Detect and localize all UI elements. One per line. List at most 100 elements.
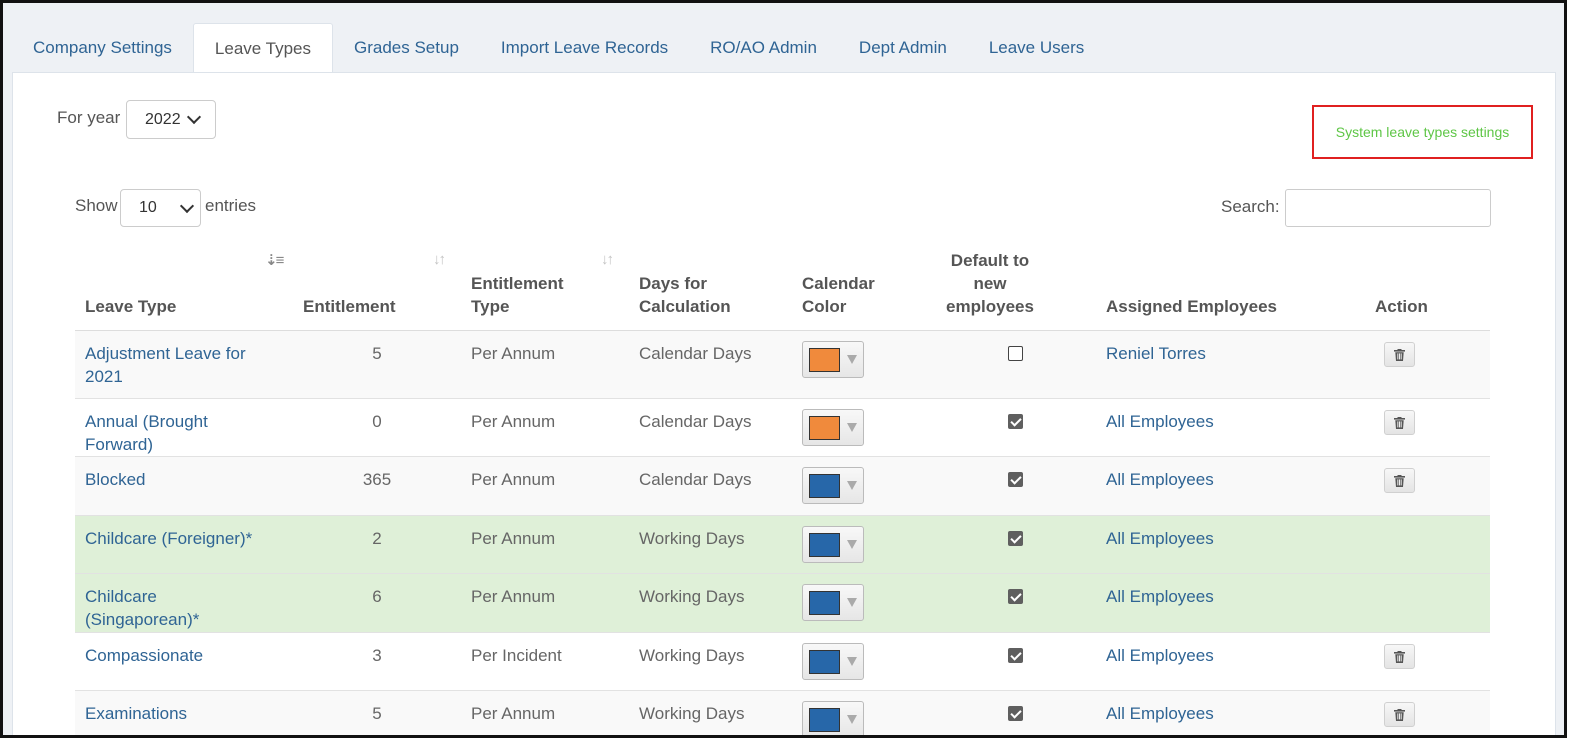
header-days-for-calculation[interactable]: Days for Calculation <box>639 272 749 318</box>
tab-company-settings[interactable]: Company Settings <box>12 23 193 73</box>
system-leave-types-settings-link[interactable]: System leave types settings <box>1312 105 1533 159</box>
header-entitlement[interactable]: Entitlement <box>303 295 396 318</box>
assigned-employees-link[interactable]: All Employees <box>1106 702 1214 725</box>
color-swatch <box>809 708 840 732</box>
assigned-employees-link[interactable]: Reniel Torres <box>1106 342 1206 365</box>
days-for-calculation-value: Calendar Days <box>639 412 752 431</box>
header-leave-type[interactable]: Leave Type <box>85 295 176 318</box>
delete-button[interactable] <box>1384 468 1415 493</box>
table-row: Childcare (Singaporean)* 6 Per Annum Workin… <box>75 574 1490 633</box>
header-default-new-label: Default to new employees <box>946 251 1034 316</box>
entries-label: entries <box>205 196 257 215</box>
table-header: Leave Type ⇣≡ Entitlement ↓↑ Entitlement… <box>75 243 1490 331</box>
leave-type-link[interactable]: Examinations <box>85 702 275 725</box>
assigned-employees-link[interactable]: All Employees <box>1106 644 1214 667</box>
leave-types-panel: For year 2022 System leave types setting… <box>12 72 1556 735</box>
default-new-checkbox[interactable] <box>1008 589 1023 604</box>
default-new-checkbox[interactable] <box>1008 648 1023 663</box>
default-new-checkbox[interactable] <box>1008 414 1023 429</box>
entitlement-value: 6 <box>372 587 382 606</box>
show-label: Show <box>75 196 118 215</box>
caret-down-icon <box>847 481 857 490</box>
entries-length-select[interactable]: 10 <box>120 189 201 227</box>
assigned-employees-link[interactable]: All Employees <box>1106 410 1214 433</box>
tab-leave-types[interactable]: Leave Types <box>192 23 333 73</box>
entitlement-value: 5 <box>372 704 382 723</box>
calendar-color-picker[interactable] <box>802 467 864 504</box>
table-row: Compassionate 3 Per Incident Working Days Al… <box>75 633 1490 691</box>
delete-button[interactable] <box>1384 702 1415 727</box>
header-calendar-color: Calendar Color <box>802 272 892 318</box>
calendar-color-picker[interactable] <box>802 341 864 378</box>
sort-both-icon[interactable]: ↓↑ <box>601 251 614 268</box>
default-new-checkbox[interactable] <box>1008 346 1023 361</box>
color-swatch <box>809 533 840 557</box>
delete-button[interactable] <box>1384 410 1415 435</box>
caret-down-icon <box>847 715 857 724</box>
days-for-calculation-value: Calendar Days <box>639 344 752 363</box>
entitlement-value: 5 <box>372 344 382 363</box>
year-label: For year <box>57 108 121 127</box>
tab-grades-setup[interactable]: Grades Setup <box>333 23 480 73</box>
default-new-checkbox[interactable] <box>1008 531 1023 546</box>
default-new-checkbox[interactable] <box>1008 706 1023 721</box>
days-for-calculation-value: Calendar Days <box>639 470 752 489</box>
days-for-calculation-value: Working Days <box>639 704 745 723</box>
assigned-employees-link[interactable]: All Employees <box>1106 468 1214 491</box>
default-new-checkbox[interactable] <box>1008 472 1023 487</box>
search-label: Search: <box>1221 197 1280 216</box>
header-entitlement-type[interactable]: Entitlement Type <box>471 272 581 318</box>
color-swatch <box>809 416 840 440</box>
calendar-color-picker[interactable] <box>802 526 864 563</box>
year-select-value: 2022 <box>145 110 181 128</box>
entitlement-type-value: Per Annum <box>471 412 556 431</box>
leave-type-link[interactable]: Childcare (Foreigner)* <box>85 527 275 550</box>
color-swatch <box>809 591 840 615</box>
caret-down-icon <box>847 423 857 432</box>
leave-type-link[interactable]: Compassionate <box>85 644 275 667</box>
calendar-color-picker[interactable] <box>802 701 864 735</box>
color-swatch <box>809 474 840 498</box>
table-row: Blocked 365 Per Annum Calendar Days All Empl… <box>75 457 1490 516</box>
delete-button[interactable] <box>1384 644 1415 669</box>
entitlement-value: 365 <box>362 470 392 489</box>
sort-amount-asc-icon[interactable]: ⇣≡ <box>265 251 284 269</box>
leave-type-link[interactable]: Annual (Brought Forward) <box>85 410 275 456</box>
sort-both-icon[interactable]: ↓↑ <box>433 251 446 268</box>
entitlement-value: 3 <box>372 646 382 665</box>
trash-icon <box>1394 474 1405 487</box>
trash-icon <box>1394 708 1405 721</box>
trash-icon <box>1394 416 1405 429</box>
assigned-employees-link[interactable]: All Employees <box>1106 527 1214 550</box>
table-row: Examinations 5 Per Annum Working Days All Em… <box>75 691 1490 735</box>
calendar-color-picker[interactable] <box>802 643 864 680</box>
entitlement-type-value: Per Annum <box>471 587 556 606</box>
calendar-color-picker[interactable] <box>802 584 864 621</box>
header-assigned-employees: Assigned Employees <box>1106 295 1277 318</box>
chevron-down-icon <box>186 109 202 125</box>
app-frame: Company Settings Leave Types Grades Setup I… <box>0 0 1567 738</box>
search-input[interactable] <box>1285 189 1491 227</box>
days-for-calculation-value: Working Days <box>639 529 745 548</box>
tab-leave-users[interactable]: Leave Users <box>968 23 1105 73</box>
header-leave-type-label: Leave Type <box>85 297 177 316</box>
leave-type-link[interactable]: Blocked <box>85 468 275 491</box>
assigned-employees-link[interactable]: All Employees <box>1106 585 1214 608</box>
header-action-label: Action <box>1375 297 1428 316</box>
entitlement-value: 2 <box>372 529 382 548</box>
header-assigned-employees-label: Assigned Employees <box>1106 297 1278 316</box>
trash-icon <box>1394 348 1405 361</box>
year-select[interactable]: 2022 <box>126 100 216 139</box>
calendar-color-picker[interactable] <box>802 409 864 446</box>
leave-type-link[interactable]: Childcare (Singaporean)* <box>85 585 275 631</box>
color-swatch <box>809 650 840 674</box>
entitlement-type-value: Per Annum <box>471 470 556 489</box>
caret-down-icon <box>847 540 857 549</box>
delete-button[interactable] <box>1384 342 1415 367</box>
tab-import-leave-records[interactable]: Import Leave Records <box>480 23 689 73</box>
entitlement-type-value: Per Incident <box>471 646 562 665</box>
leave-type-link[interactable]: Adjustment Leave for 2021 <box>85 342 275 388</box>
tab-dept-admin[interactable]: Dept Admin <box>838 23 968 73</box>
trash-icon <box>1394 650 1405 663</box>
tab-ro-ao-admin[interactable]: RO/AO Admin <box>689 23 838 73</box>
